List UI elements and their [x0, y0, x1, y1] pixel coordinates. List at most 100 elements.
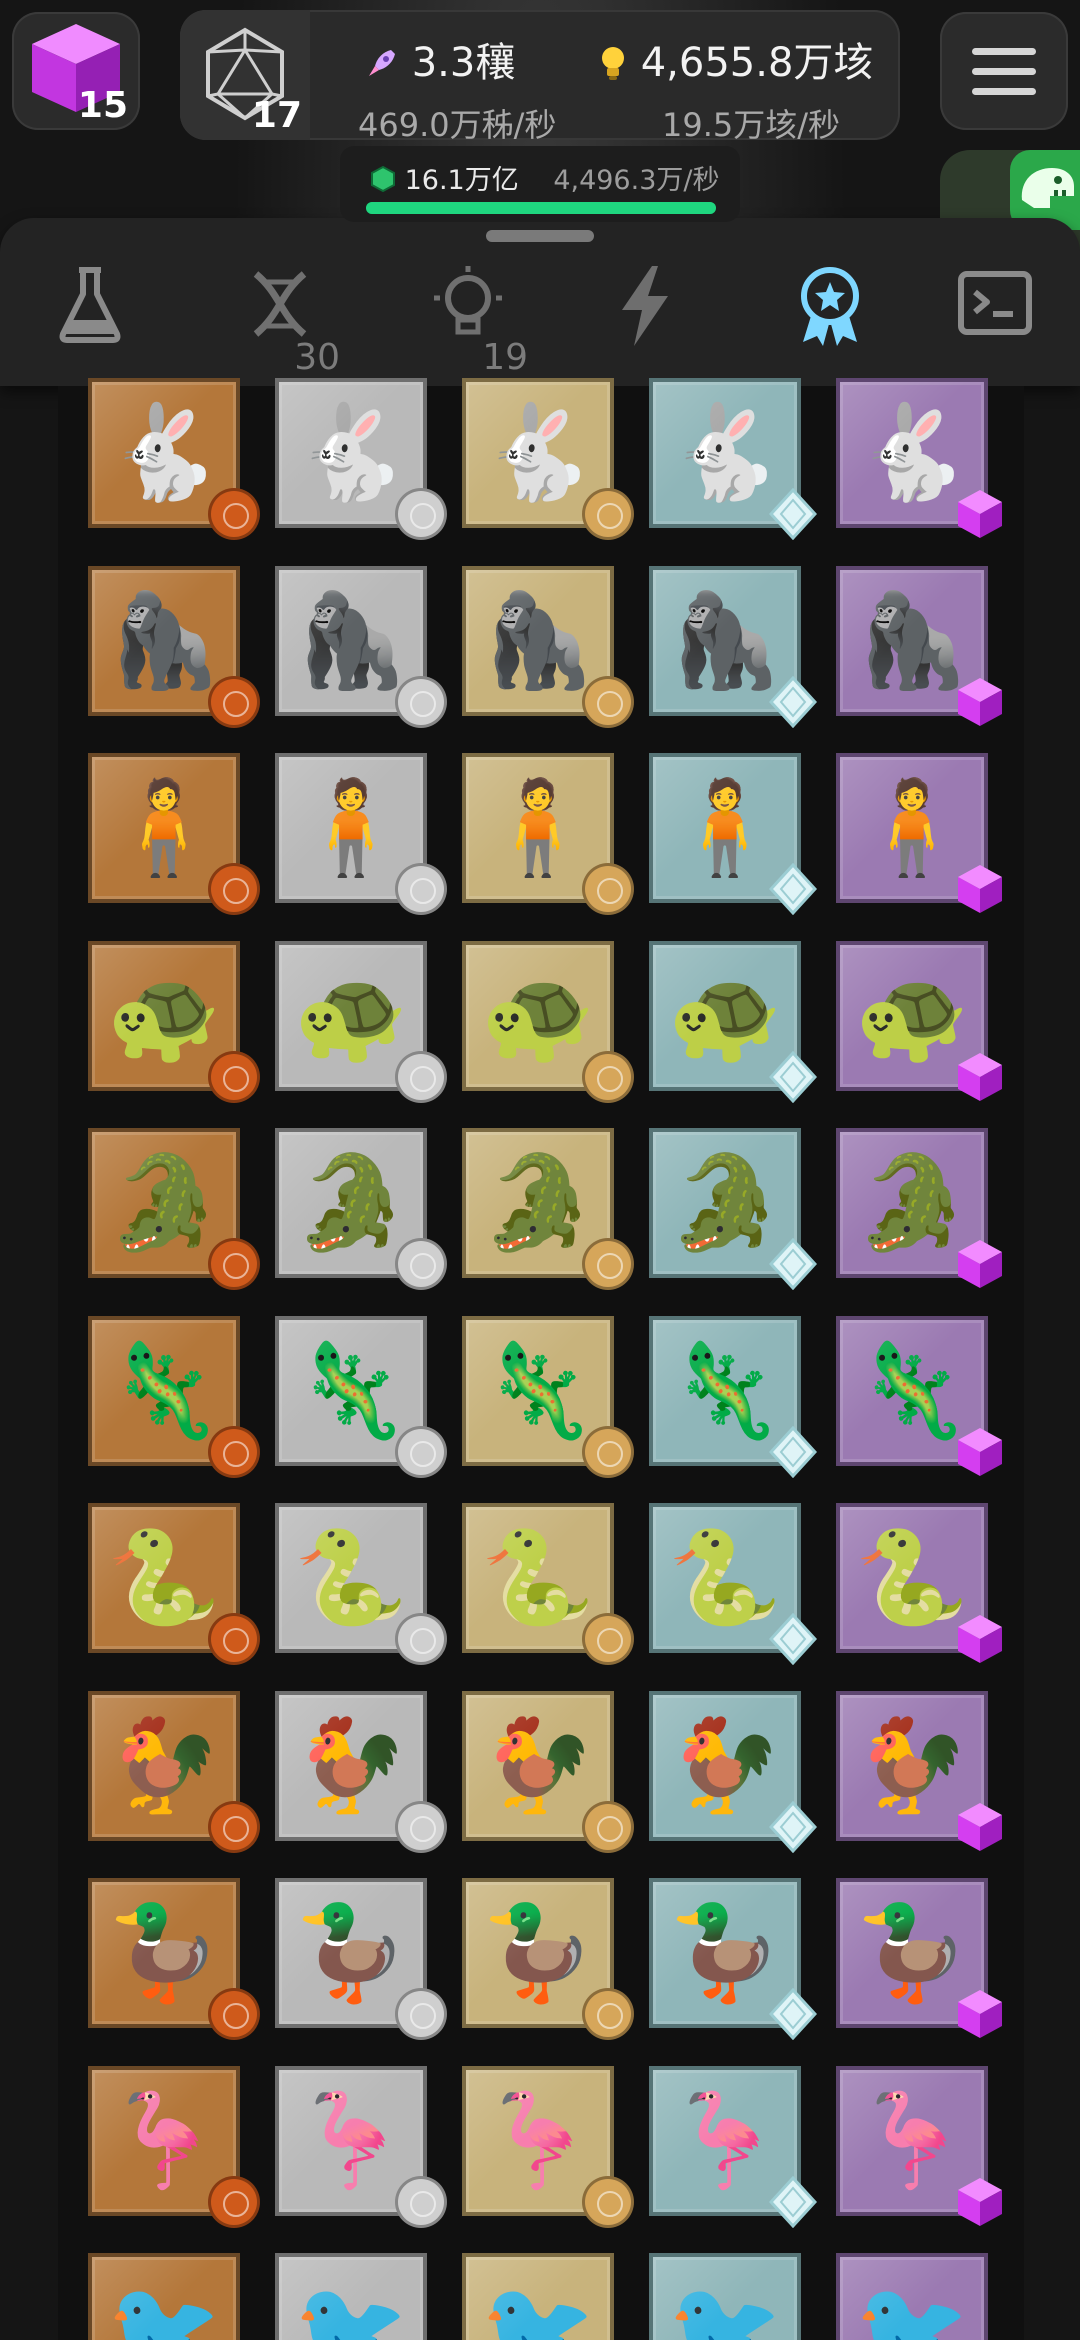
diamond-badge-icon — [769, 863, 817, 915]
energy-readout: 16.1万亿 4,496.3万/秒 — [370, 158, 719, 197]
energy-bar[interactable]: 16.1万亿 4,496.3万/秒 — [340, 146, 740, 222]
resource-a-value: 3.3穰 — [411, 40, 516, 86]
amethyst-cube-icon — [958, 677, 1002, 726]
tab-dna[interactable]: 30 — [210, 258, 340, 378]
lightbulb-icon — [602, 47, 624, 80]
terminal-icon — [958, 271, 1032, 335]
amethyst-cube-icon — [958, 1052, 1002, 1101]
energy-value: 16.1万亿 — [404, 165, 519, 196]
silver-medal-icon — [395, 1800, 447, 1853]
gold-medal-icon — [582, 1425, 634, 1478]
gold-medal-icon — [582, 1800, 634, 1853]
silver-medal-icon — [395, 863, 447, 915]
gold-medal-icon — [582, 488, 634, 540]
bronze-medal-icon — [208, 1988, 260, 2040]
diamond-badge-icon — [769, 1050, 817, 1103]
card-gloss — [653, 2257, 797, 2340]
tab-energy[interactable] — [580, 258, 710, 378]
gold-medal-icon — [582, 1238, 634, 1290]
resource-a: 3.3穰 — [365, 30, 515, 88]
diamond-badge-icon — [769, 1238, 817, 1290]
hamburger-menu-button[interactable] — [940, 12, 1068, 130]
d20-counter[interactable]: 17 — [180, 10, 310, 140]
silver-medal-icon — [395, 488, 447, 540]
bronze-medal-icon — [208, 1238, 260, 1290]
card-gloss — [840, 2257, 984, 2340]
bronze-medal-icon — [208, 863, 260, 915]
menu-line-icon — [972, 88, 1036, 95]
diamond-badge-icon — [769, 2175, 817, 2228]
bronze-medal-icon — [208, 675, 260, 728]
amethyst-cube-icon — [958, 490, 1002, 538]
gold-medal-icon — [582, 2175, 634, 2228]
creature-card-blue-jay-amethyst[interactable]: 🐦 — [836, 2253, 988, 2340]
silver-medal-icon — [395, 2175, 447, 2228]
rocket-icon — [369, 50, 395, 76]
d20-count: 17 — [251, 95, 302, 136]
energy-progress-track — [366, 202, 716, 214]
tab-bar: 30 19 — [0, 218, 1080, 386]
card-gloss — [279, 2257, 423, 2340]
tab-terminal[interactable] — [925, 258, 1055, 378]
bronze-medal-icon — [208, 1613, 260, 1665]
resource-b-value: 4,655.8万垓 — [640, 40, 874, 86]
cube-currency-button[interactable]: 15 — [12, 12, 140, 130]
silver-medal-icon — [395, 675, 447, 728]
resource-b: 4,655.8万垓 — [598, 30, 873, 88]
cube-count: 15 — [77, 85, 128, 126]
energy-rate: 4,496.3万/秒 — [553, 165, 720, 196]
tab-achievements[interactable] — [765, 258, 895, 378]
diamond-badge-icon — [769, 1800, 817, 1853]
gold-medal-icon — [582, 1050, 634, 1103]
collection-grid: 🐇🐇🐇🐇🐇🦍🦍🦍🦍🦍🧍🧍🧍🧍🧍🐢🐢🐢🐢🐢🐊🐊🐊🐊🐊🦎🦎🦎🦎🦎🐍🐍🐍🐍🐍🐓🐓🐓🐓🐓… — [58, 378, 1024, 2340]
dna-badge: 30 — [294, 337, 340, 378]
card-gloss — [92, 2257, 236, 2340]
resource-panel[interactable]: 17 3.3穰 4,655.8万垓 469.0万秭/秒 19.5万垓/秒 — [180, 10, 900, 144]
amethyst-cube-icon — [958, 1802, 1002, 1851]
game-screen: 15 17 3.3穰 4,655.8万垓 469.0万秭/秒 19.5万垓/秒 … — [0, 0, 1080, 2340]
flask-icon — [59, 267, 121, 343]
amethyst-cube-icon — [958, 2177, 1002, 2226]
diamond-badge-icon — [769, 1613, 817, 1665]
creature-card-blue-jay-gold[interactable]: 🐦 — [462, 2253, 614, 2340]
bronze-medal-icon — [208, 2175, 260, 2228]
amethyst-cube-icon — [958, 1240, 1002, 1288]
amethyst-cube-icon — [958, 1990, 1002, 2038]
bronze-medal-icon — [208, 1050, 260, 1103]
ideas-badge: 19 — [482, 337, 528, 378]
silver-medal-icon — [395, 1238, 447, 1290]
resource-b-rate: 19.5万垓/秒 — [662, 106, 841, 144]
tab-lab[interactable] — [25, 258, 155, 378]
lightning-icon — [622, 266, 668, 346]
amethyst-cube-icon — [958, 1615, 1002, 1663]
lightbulb-outline-icon — [434, 266, 502, 335]
energy-progress-fill — [366, 202, 716, 214]
diamond-badge-icon — [769, 1988, 817, 2040]
silver-medal-icon — [395, 1425, 447, 1478]
silver-medal-icon — [395, 1613, 447, 1665]
silver-medal-icon — [395, 1988, 447, 2040]
diamond-badge-icon — [769, 1425, 817, 1478]
bronze-medal-icon — [208, 1800, 260, 1853]
tab-ideas[interactable]: 19 — [398, 258, 528, 378]
gold-medal-icon — [582, 863, 634, 915]
gold-medal-icon — [582, 1988, 634, 2040]
diamond-badge-icon — [769, 488, 817, 540]
creature-card-blue-jay-bronze[interactable]: 🐦 — [88, 2253, 240, 2340]
diamond-badge-icon — [769, 675, 817, 728]
gold-medal-icon — [582, 1613, 634, 1665]
award-ribbon-icon — [801, 267, 859, 346]
amethyst-cube-icon — [958, 865, 1002, 913]
drag-handle[interactable] — [486, 230, 594, 242]
bronze-medal-icon — [208, 1425, 260, 1478]
silver-medal-icon — [395, 1050, 447, 1103]
dna-icon — [253, 271, 307, 337]
creature-card-blue-jay-diamond[interactable]: 🐦 — [649, 2253, 801, 2340]
menu-line-icon — [972, 48, 1036, 55]
menu-line-icon — [972, 68, 1036, 75]
green-gem-icon — [371, 165, 395, 193]
creature-card-blue-jay-silver[interactable]: 🐦 — [275, 2253, 427, 2340]
resource-a-rate: 469.0万秭/秒 — [358, 106, 557, 144]
gold-medal-icon — [582, 675, 634, 728]
amethyst-cube-icon — [958, 1427, 1002, 1476]
